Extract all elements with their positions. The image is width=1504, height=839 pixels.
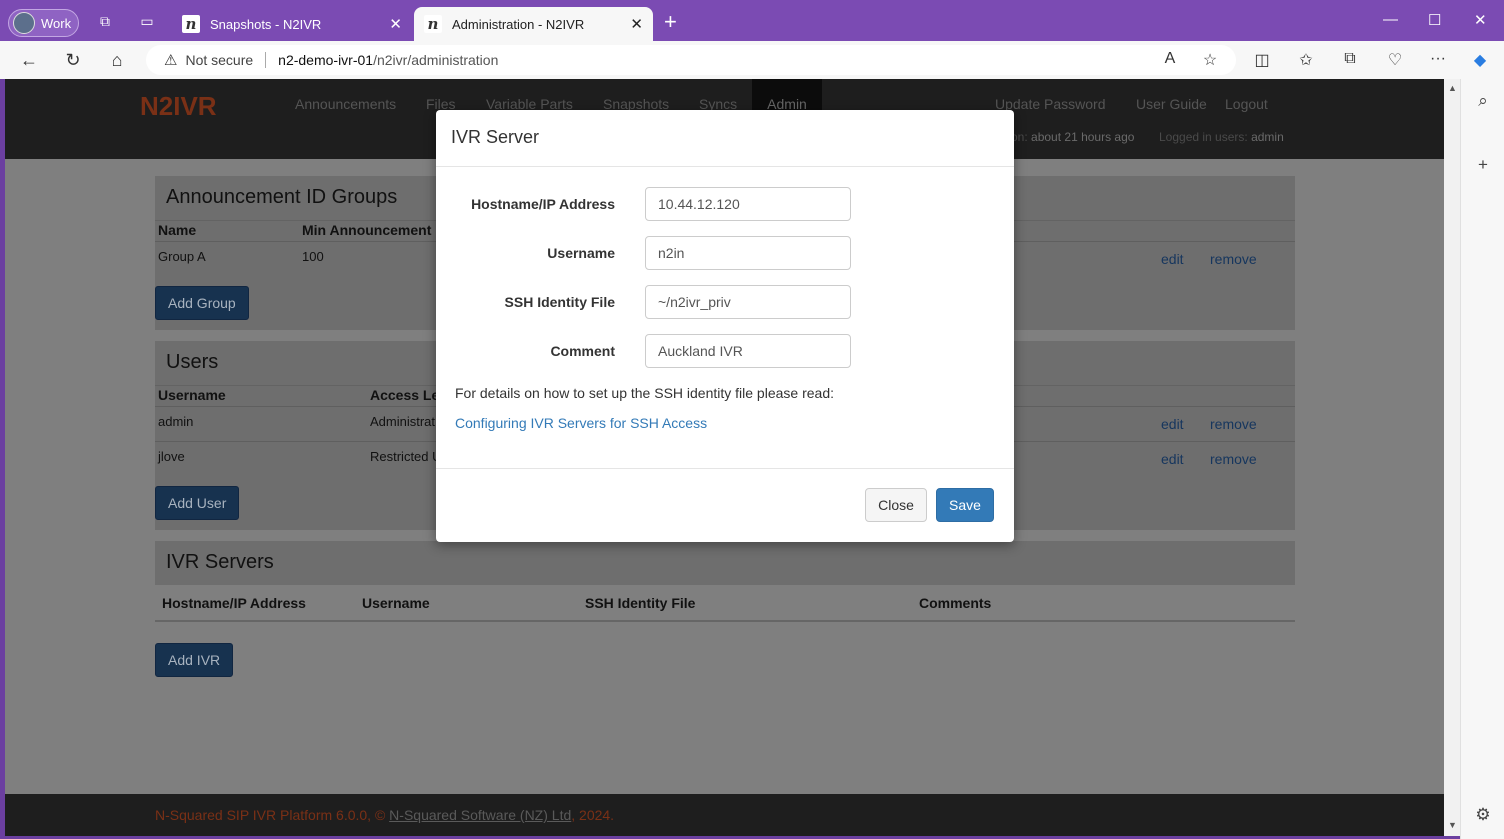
panel-title: Announcement ID Groups [166,186,398,208]
new-tab-icon[interactable]: + [664,11,677,33]
warning-icon[interactable]: ⚠ [164,51,177,69]
back-icon[interactable]: ← [18,50,40,70]
remove-link[interactable]: remove [1210,451,1257,467]
ivr-server-dialog: IVR Server Hostname/IP Address Username … [436,110,1014,542]
column-header: SSH Identity File [585,595,696,611]
security-label[interactable]: Not secure [185,52,253,68]
page-scrollbar[interactable]: ▲ ▼ [1444,79,1460,836]
dialog-title: IVR Server [451,127,540,147]
copilot-icon[interactable]: ◆ [1470,50,1490,70]
settings-gear-icon[interactable]: ⚙ [1473,805,1493,825]
url-bar[interactable]: ⚠ Not secure n2-demo-ivr-01 /n2ivr/admin… [146,45,1236,75]
hostname-input[interactable] [645,187,851,221]
more-menu-icon[interactable]: ··· [1428,50,1448,68]
username-input[interactable] [645,236,851,270]
column-header: Username [362,595,430,611]
add-icon[interactable]: + [1473,155,1493,175]
profile-button[interactable]: Work [8,9,79,37]
url-host: n2-demo-ivr-01 [278,52,374,68]
save-button[interactable]: Save [936,488,994,522]
favorite-star-icon[interactable]: ☆ [1200,50,1220,70]
edit-link[interactable]: edit [1161,416,1184,432]
favorites-icon[interactable]: ✩ [1296,50,1316,70]
ssh-identity-input[interactable] [645,285,851,319]
column-header: Hostname/IP Address [162,595,306,611]
avatar [13,12,35,34]
column-header: Access Le [370,387,440,403]
edit-link[interactable]: edit [1161,251,1184,267]
hostname-label: Hostname/IP Address [471,196,615,212]
edit-link[interactable]: edit [1161,451,1184,467]
url-separator [265,52,267,68]
user-username: jlove [158,449,185,464]
footer-text: N-Squared SIP IVR Platform 6.0.0, © [155,807,390,823]
address-toolbar: ← ↻ ⌂ ⚠ Not secure n2-demo-ivr-01 /n2ivr… [0,41,1504,79]
last-sync-status: on: about 21 hours ago [1011,130,1135,144]
close-window-icon[interactable]: ✕ [1474,11,1487,29]
maximize-icon[interactable]: ☐ [1428,11,1441,29]
read-aloud-icon[interactable]: A [1160,50,1180,68]
remove-link[interactable]: remove [1210,251,1257,267]
panel-title: IVR Servers [166,551,274,573]
help-text: For details on how to set up the SSH ide… [455,385,834,401]
comment-label: Comment [550,343,615,359]
tab-title: Administration - N2IVR [452,16,585,32]
browser-tab-bar: Work ⧉ ▭ n Snapshots - N2IVR ✕ n Adminis… [0,0,1504,41]
column-header: Name [158,222,197,238]
scroll-up-icon[interactable]: ▲ [1448,83,1457,93]
ssh-identity-label: SSH Identity File [504,294,615,310]
search-icon[interactable]: ⌕ [1473,91,1493,111]
home-icon[interactable]: ⌂ [106,50,128,70]
nav-announcements[interactable]: Announcements [295,96,396,112]
close-tab-icon[interactable]: ✕ [389,15,402,33]
close-tab-icon[interactable]: ✕ [630,15,643,33]
add-group-button[interactable]: Add Group [155,286,249,320]
page-footer: N-Squared SIP IVR Platform 6.0.0, © N-Sq… [5,794,1445,836]
edge-sidebar: ⌕ + ⚙ [1460,79,1504,839]
divider [436,166,1014,167]
brand-logo[interactable]: N2IVR [140,91,217,122]
add-ivr-button[interactable]: Add IVR [155,643,234,677]
minimize-icon[interactable]: — [1383,11,1398,28]
workspaces-icon[interactable]: ⧉ [96,13,114,29]
user-access: Restricted U [370,449,442,464]
remove-link[interactable]: remove [1210,416,1257,432]
add-user-button[interactable]: Add User [155,486,240,520]
browser-essentials-icon[interactable]: ♡ [1385,50,1405,70]
table-divider [155,620,1295,622]
split-screen-icon[interactable]: ◫ [1252,50,1272,70]
footer-year: , 2024. [571,807,615,823]
nav-logout[interactable]: Logout [1225,96,1268,112]
column-header: Username [158,387,226,403]
tab-administration[interactable]: n Administration - N2IVR ✕ [414,7,653,41]
column-header: Comments [919,595,992,611]
group-name: Group A [158,249,206,264]
collections-icon[interactable]: ⧉ [1340,50,1360,68]
panel-title: Users [166,351,219,373]
refresh-icon[interactable]: ↻ [62,50,84,70]
user-access: Administrat [370,414,436,429]
n2-favicon-icon: n [424,15,442,33]
close-button[interactable]: Close [865,488,927,522]
column-header: Min Announcement [302,222,432,238]
ivr-servers-panel: IVR Servers [155,541,1295,585]
nav-user-guide[interactable]: User Guide [1136,96,1207,112]
profile-label: Work [41,15,72,31]
divider [436,468,1014,469]
comment-input[interactable] [645,334,851,368]
tab-title: Snapshots - N2IVR [210,16,322,32]
ssh-help-link[interactable]: Configuring IVR Servers for SSH Access [455,415,707,431]
logged-in-users: Logged in users: admin [1159,130,1284,144]
n2-favicon-icon: n [182,15,200,33]
user-username: admin [158,414,194,429]
group-min: 100 [302,249,324,264]
username-label: Username [547,245,615,261]
tab-snapshots[interactable]: n Snapshots - N2IVR ✕ [172,7,412,41]
vertical-tabs-icon[interactable]: ▭ [138,13,156,29]
scroll-down-icon[interactable]: ▼ [1448,820,1457,830]
company-link[interactable]: N-Squared Software (NZ) Ltd [389,807,571,823]
url-path: /n2ivr/administration [373,52,499,68]
